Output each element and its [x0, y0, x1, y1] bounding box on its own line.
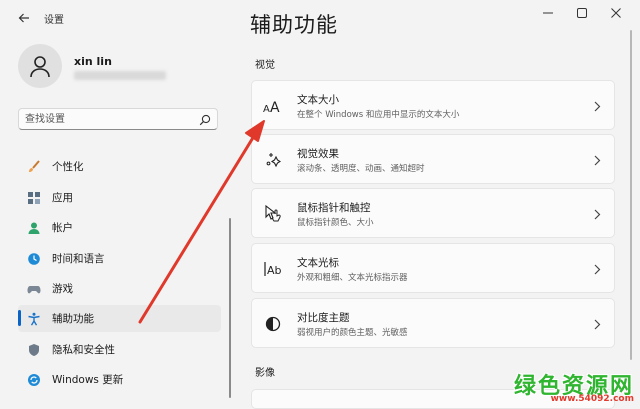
- text-size-icon: AA: [263, 96, 283, 116]
- minimize-icon: [543, 12, 553, 14]
- card-title: 鼠标指针和触控: [297, 202, 371, 214]
- chevron-right-icon: [592, 207, 602, 221]
- sidebar-item-privacy-security[interactable]: 隐私和安全性: [18, 336, 221, 363]
- user-name: xin lin: [74, 55, 112, 68]
- pointer-touch-icon: [263, 204, 283, 224]
- card-title: 视觉效果: [297, 148, 339, 160]
- setting-card-visual-effects[interactable]: 视觉效果 滚动条、透明度、动画、通知超时: [251, 134, 615, 184]
- page-title: 辅助功能: [250, 13, 338, 37]
- account-icon: [27, 221, 41, 235]
- sidebar-item-label: 个性化: [52, 161, 84, 173]
- sidebar-item-personalization[interactable]: 个性化: [18, 153, 221, 180]
- maximize-icon: [577, 8, 587, 18]
- globe-clock-icon: [27, 252, 41, 266]
- sidebar-item-label: 游戏: [52, 283, 73, 295]
- card-subtitle: 外观和粗细、文本光标指示器: [297, 273, 408, 283]
- card-subtitle: 鼠标指针颜色、大小: [297, 218, 374, 228]
- section-header-audio: 影像: [255, 368, 275, 379]
- sidebar-item-accounts[interactable]: 帐户: [18, 214, 221, 241]
- card-title: 文本光标: [297, 257, 339, 269]
- maximize-button[interactable]: [564, 2, 600, 24]
- back-button[interactable]: [10, 6, 38, 30]
- apps-icon: [27, 191, 41, 205]
- close-icon: [611, 8, 621, 18]
- sidebar-item-accessibility[interactable]: 辅助功能: [18, 305, 221, 332]
- close-button[interactable]: [598, 2, 634, 24]
- back-arrow-icon: [18, 13, 29, 23]
- search-icon[interactable]: [198, 113, 212, 127]
- card-subtitle: 滚动条、透明度、动画、通知超时: [297, 164, 425, 174]
- search-input[interactable]: [25, 111, 195, 127]
- sidebar-item-windows-update[interactable]: Windows 更新: [18, 366, 221, 393]
- svg-text:A: A: [263, 104, 270, 113]
- sidebar-item-apps[interactable]: 应用: [18, 184, 221, 211]
- user-email-redacted: [74, 71, 166, 80]
- sidebar-item-label: 应用: [52, 192, 73, 204]
- accessibility-icon: [27, 312, 41, 326]
- avatar[interactable]: [18, 44, 62, 88]
- chevron-right-icon: [592, 99, 602, 113]
- sidebar-item-label: 帐户: [52, 222, 73, 234]
- text-cursor-icon: Ab: [263, 259, 283, 279]
- chevron-right-icon: [592, 262, 602, 276]
- svg-text:A: A: [270, 100, 280, 113]
- sparkle-icon: [263, 150, 283, 170]
- setting-card-text-size[interactable]: AA 文本大小 在整个 Windows 和应用中显示的文本大小: [251, 80, 615, 130]
- section-header-vision: 视觉: [255, 60, 275, 71]
- paintbrush-icon: [27, 159, 41, 174]
- card-subtitle: 弱视用户的颜色主题、光敏感: [297, 328, 408, 338]
- card-title: 对比度主题: [297, 312, 350, 324]
- content-scrollbar[interactable]: [630, 30, 632, 360]
- watermark-url: www.54092.com: [550, 394, 634, 404]
- update-icon: [27, 373, 41, 387]
- setting-card-contrast-themes[interactable]: 对比度主题 弱视用户的颜色主题、光敏感: [251, 298, 615, 348]
- sidebar-item-label: 辅助功能: [52, 313, 94, 325]
- card-subtitle: 在整个 Windows 和应用中显示的文本大小: [297, 110, 460, 120]
- chevron-right-icon: [592, 153, 602, 167]
- setting-card-text-cursor[interactable]: Ab 文本光标 外观和粗细、文本光标指示器: [251, 243, 615, 293]
- active-indicator: [18, 310, 21, 326]
- minimize-button[interactable]: [530, 2, 566, 24]
- card-title: 文本大小: [297, 94, 339, 106]
- gamepad-icon: [27, 282, 41, 296]
- sidebar-scrollbar[interactable]: [229, 218, 231, 398]
- user-icon: [30, 56, 50, 78]
- sidebar-item-label: 时间和语言: [52, 253, 105, 265]
- search-box[interactable]: [18, 108, 218, 130]
- setting-card-mouse-pointer-touch[interactable]: 鼠标指针和触控 鼠标指针颜色、大小: [251, 188, 615, 238]
- sidebar-item-label: 隐私和安全性: [52, 344, 115, 356]
- sidebar-item-time-language[interactable]: 时间和语言: [18, 245, 221, 272]
- app-title: 设置: [44, 15, 64, 26]
- svg-text:Ab: Ab: [267, 264, 282, 276]
- contrast-icon: [263, 314, 283, 334]
- sidebar-item-label: Windows 更新: [52, 374, 124, 386]
- shield-icon: [27, 343, 41, 357]
- sidebar-item-gaming[interactable]: 游戏: [18, 275, 221, 302]
- chevron-right-icon: [592, 317, 602, 331]
- watermark-logo: 绿色资源网 www.54092.com: [482, 364, 640, 406]
